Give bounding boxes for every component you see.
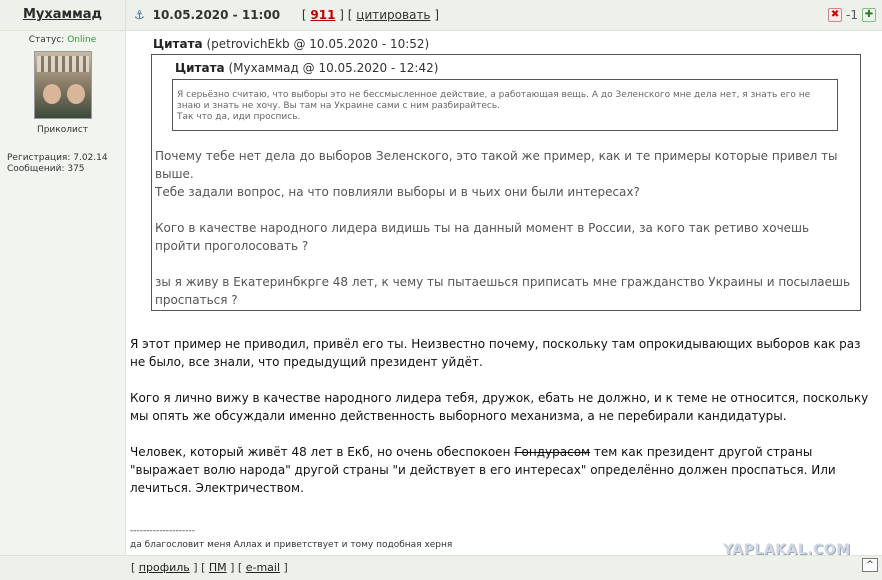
quote-block-inner: Я серьёзно считаю, что выборы это не бес… <box>172 79 838 131</box>
author-cell: Мухаммад <box>0 0 126 31</box>
rating-controls: ✖ -1 ✚ <box>828 8 876 22</box>
post-date: 10.05.2020 - 11:00 <box>152 8 281 22</box>
bracket: ] [ <box>193 561 206 574</box>
post-content: Цитата (petrovichEkb @ 10.05.2020 - 10:5… <box>127 31 882 558</box>
bracket-open: [ <box>301 8 307 22</box>
thumb-down-icon[interactable]: ✖ <box>828 8 843 22</box>
avatar[interactable] <box>33 51 92 119</box>
author-sidebar: Статус: Online Приколист Регистрация: 7.… <box>0 31 126 555</box>
post-paragraph: Кого я лично вижу в качестве народного л… <box>130 391 869 423</box>
bracket: ] [ <box>230 561 243 574</box>
quote-text: Так что да, иди проспись. <box>177 112 301 122</box>
profile-link[interactable]: профиль <box>139 561 190 574</box>
quote-block-outer: Цитата (Мухаммад @ 10.05.2020 - 12:42) Я… <box>151 54 861 311</box>
thumb-up-icon[interactable]: ✚ <box>862 8 876 22</box>
author-name-link[interactable]: Мухаммад <box>23 7 102 22</box>
registration-date: Регистрация: 7.02.14 <box>7 153 108 163</box>
status-label: Статус: <box>28 35 65 45</box>
bracket-separator: ] [ <box>339 8 353 22</box>
signature-divider: -------------------- <box>130 526 195 536</box>
pm-link[interactable]: ПМ <box>209 561 227 574</box>
quote-header-inner: Цитата (Мухаммад @ 10.05.2020 - 12:42) <box>175 61 438 75</box>
scroll-to-top-button[interactable]: ^ <box>862 558 878 572</box>
quote-link[interactable]: цитировать <box>356 8 430 22</box>
email-link[interactable]: e-mail <box>246 561 280 574</box>
quote-paragraph: зы я живу в Екатеринбкрге 48 лет, к чему… <box>155 275 851 307</box>
footer-links: [ профиль ] [ ПМ ] [ e-mail ] <box>131 561 288 574</box>
quote-meta: (Мухаммад @ 10.05.2020 - 12:42) <box>228 61 439 75</box>
quote-title: Цитата <box>153 37 203 51</box>
status-line: Статус: Online <box>0 35 125 45</box>
anchor-icon[interactable]: ⚓ <box>134 8 145 22</box>
message-count: Сообщений: 375 <box>7 164 85 174</box>
post-header: Мухаммад ⚓ 10.05.2020 - 11:00 [ 911 ] [ … <box>0 0 882 31</box>
user-rank: Приколист <box>36 125 89 135</box>
quote-paragraph: Почему тебе нет дела до выборов Зеленско… <box>155 149 838 181</box>
strikethrough-text: Гондурасом <box>514 445 591 459</box>
post-footer: [ профиль ] [ ПМ ] [ e-mail ] ^ <box>0 555 882 580</box>
post-text: Человек, который живёт 48 лет в Екб, но … <box>130 445 515 459</box>
quote-title: Цитата <box>175 61 225 75</box>
post-meta: ⚓ 10.05.2020 - 11:00 [ 911 ] [ цитироват… <box>134 8 439 22</box>
quote-header-outer: Цитата (petrovichEkb @ 10.05.2020 - 10:5… <box>153 37 429 51</box>
quote-text: Я серьёзно считаю, что выборы это не бес… <box>177 90 811 111</box>
status-value: Online <box>67 35 97 45</box>
signature-text: да благословит меня Аллах и приветствует… <box>130 540 453 550</box>
post-number-link[interactable]: 911 <box>310 8 335 22</box>
bracket: ] <box>283 561 288 574</box>
quote-paragraph: Тебе задали вопрос, на что повлияли выбо… <box>155 185 640 199</box>
user-stats: Регистрация: 7.02.14 Сообщений: 375 <box>7 153 125 175</box>
quote-paragraph: Кого в качестве народного лидера видишь … <box>155 221 810 253</box>
post-paragraph: Я этот пример не приводил, привёл его ты… <box>130 337 861 369</box>
bracket-close: ] <box>434 8 440 22</box>
bracket: [ <box>131 561 136 574</box>
rating-value: -1 <box>846 8 858 22</box>
quote-meta: (petrovichEkb @ 10.05.2020 - 10:52) <box>206 37 430 51</box>
post-paragraph: Человек, который живёт 48 лет в Екб, но … <box>130 443 870 497</box>
